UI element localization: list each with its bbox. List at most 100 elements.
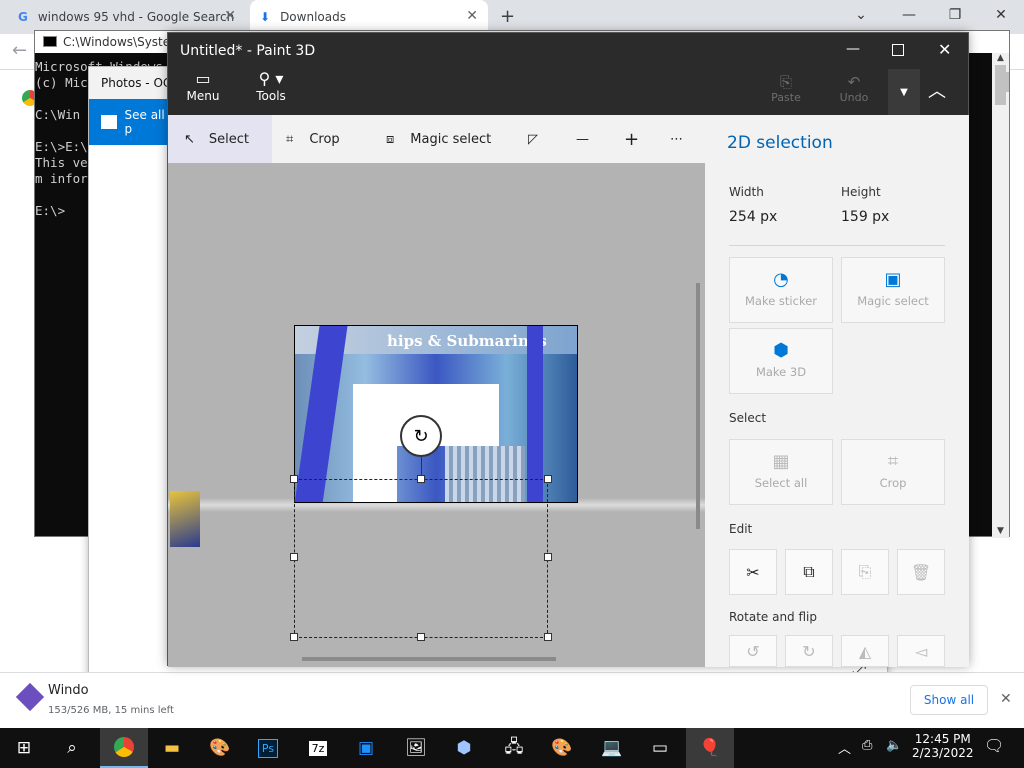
file-explorer-icon[interactable]: ▬	[148, 728, 196, 768]
crop-button[interactable]: ⌗ Crop	[841, 439, 945, 505]
tray-chevron-icon[interactable]: ︿	[838, 738, 851, 757]
paint3d-titlebar[interactable]: Untitled* - Paint 3D — ✕	[168, 33, 968, 69]
notification-icon[interactable]: 🗨	[984, 736, 1004, 755]
tab-downloads[interactable]: ⬇ Downloads ✕	[250, 0, 488, 34]
resize-handle[interactable]	[417, 633, 425, 641]
paste-button[interactable]: ⎘ Paste	[756, 73, 816, 104]
horizontal-scrollbar[interactable]	[302, 657, 556, 661]
3d-viewer-icon[interactable]: ⬢	[440, 728, 488, 768]
chevron-down-icon[interactable]: ⌄	[838, 0, 884, 30]
image-stripe	[527, 326, 543, 502]
make-3d-button[interactable]: ⬢ Make 3D	[729, 328, 833, 394]
crop-icon: ⌗	[887, 451, 899, 472]
cmd-taskbar-icon[interactable]: ▭	[636, 728, 684, 768]
close-icon[interactable]: ✕	[938, 40, 951, 59]
rotate-handle-icon[interactable]: ↻	[400, 415, 442, 457]
google-icon: G	[18, 10, 28, 24]
network-icon[interactable]: 🖧	[490, 728, 538, 768]
delete-icon[interactable]: 🗑	[897, 549, 945, 595]
side-panel: 2D selection Width 254 px Height 159 px …	[705, 115, 969, 667]
width-value[interactable]: 254 px	[729, 209, 777, 225]
canvas-image[interactable]: hips & Submarines	[294, 325, 578, 503]
panel-title: 2D selection	[727, 133, 833, 153]
folder-icon: ▭	[195, 69, 211, 88]
tab-label: windows 95 vhd - Google Search	[37, 10, 235, 24]
image-caption: hips & Submarines	[387, 332, 547, 350]
undo-button[interactable]: ↶ Undo	[824, 73, 884, 104]
page-scrollbar-thumb[interactable]	[995, 72, 1009, 92]
height-label: Height	[841, 185, 881, 199]
cmd-icon	[43, 36, 57, 47]
rotate-left-icon[interactable]: ↺	[729, 635, 777, 667]
more-button[interactable]: ⋯	[670, 115, 683, 163]
clock[interactable]: 12:45 PM 2/23/2022	[912, 732, 974, 760]
resize-handle[interactable]	[544, 475, 552, 483]
cmd-title: C:\Windows\System	[63, 35, 182, 49]
show-all-button[interactable]: Show all	[910, 685, 988, 715]
paint3d-app-icon[interactable]: 🎨	[538, 728, 586, 768]
selection-box[interactable]	[294, 479, 548, 638]
chevron-down-icon[interactable]: ▼	[888, 69, 920, 115]
new-tab-button[interactable]: +	[500, 6, 515, 27]
close-icon[interactable]: ✕	[1000, 691, 1012, 707]
paint3d-taskbar-icon[interactable]: 🎈	[686, 728, 734, 768]
select-tool[interactable]: ↖ Select	[168, 115, 272, 163]
flip-horizontal-icon[interactable]: ◭	[841, 635, 889, 667]
view-icon[interactable]: ◸	[528, 115, 538, 163]
volume-icon[interactable]: 🔈	[886, 738, 902, 753]
windows-start-icon[interactable]: ⊞	[0, 728, 48, 768]
collapse-icon[interactable]: ︿	[928, 77, 946, 103]
cut-icon[interactable]: ✂	[729, 549, 777, 595]
photoshop-icon[interactable]: Ps	[244, 728, 292, 768]
resize-handle[interactable]	[417, 475, 425, 483]
resize-handle[interactable]	[290, 633, 298, 641]
canvas-area[interactable]: hips & Submarines ↻	[168, 163, 705, 667]
pc-icon[interactable]: 💻	[588, 728, 636, 768]
tool-strip: ↖ Select ⌗ Crop ⧈ Magic select ◸ — + ⋯	[168, 115, 705, 163]
vertical-scrollbar[interactable]	[696, 283, 700, 529]
paint-icon[interactable]: 🎨	[196, 728, 244, 768]
close-icon[interactable]: ✕	[224, 8, 236, 24]
rotate-right-icon[interactable]: ↻	[785, 635, 833, 667]
tab-google-search[interactable]: G windows 95 vhd - Google Search ✕	[8, 0, 246, 34]
flip-vertical-icon[interactable]: ◅	[897, 635, 945, 667]
photos-icon[interactable]: 🖼	[392, 728, 440, 768]
network-tray-icon[interactable]: ⎙	[862, 738, 872, 753]
crop-tool[interactable]: ⌗ Crop	[286, 115, 340, 163]
resize-handle[interactable]	[544, 553, 552, 561]
magic-select-button[interactable]: ▣ Magic select	[841, 257, 945, 323]
chrome-taskbar-icon[interactable]	[100, 728, 148, 768]
paste-icon[interactable]: ⎘	[841, 549, 889, 595]
see-all-button[interactable]: See all p	[89, 99, 169, 145]
magic-select-tool[interactable]: ⧈ Magic select	[386, 115, 491, 163]
restore-icon[interactable]: ❐	[932, 0, 978, 30]
resize-handle[interactable]	[290, 553, 298, 561]
height-value[interactable]: 159 px	[841, 209, 889, 225]
download-name[interactable]: Windo	[48, 683, 89, 698]
back-icon[interactable]: ←	[12, 40, 27, 61]
taskbar: ⊞ ⌕ ▬ 🎨 Ps 7z ▣ 🖼 ⬢ 🖧 🎨 💻 ▭ 🎈 ︿ ⎙ 🔈 12:4…	[0, 728, 1024, 768]
zoom-in-icon[interactable]: +	[624, 115, 639, 163]
zoom-out-icon[interactable]: —	[576, 115, 589, 163]
paint3d-window[interactable]: Untitled* - Paint 3D — ✕ ▭ Menu ⚲ ▾ Tool…	[167, 32, 969, 667]
cmd-scrollbar[interactable]: ▲ ▼	[992, 53, 1009, 538]
search-icon[interactable]: ⌕	[48, 728, 96, 768]
tools-button[interactable]: ⚲ ▾ Tools	[236, 69, 306, 103]
divider	[729, 245, 945, 246]
resize-handle[interactable]	[544, 633, 552, 641]
cube-icon: ⬢	[773, 340, 789, 361]
minimize-icon[interactable]: —	[886, 0, 932, 30]
app-icon[interactable]: ▣	[342, 728, 390, 768]
menu-button[interactable]: ▭ Menu	[168, 69, 238, 103]
maximize-icon[interactable]	[892, 44, 904, 56]
copy-icon[interactable]: ⧉	[785, 549, 833, 595]
7zip-icon[interactable]: 7z	[294, 728, 342, 768]
select-all-button[interactable]: ▦ Select all	[729, 439, 833, 505]
time: 12:45 PM	[914, 732, 971, 746]
close-icon[interactable]: ✕	[978, 0, 1024, 30]
minimize-icon[interactable]: —	[846, 41, 860, 57]
window-title: Untitled* - Paint 3D	[180, 43, 316, 59]
resize-handle[interactable]	[290, 475, 298, 483]
close-icon[interactable]: ✕	[466, 8, 478, 24]
make-sticker-button[interactable]: ◔ Make sticker	[729, 257, 833, 323]
